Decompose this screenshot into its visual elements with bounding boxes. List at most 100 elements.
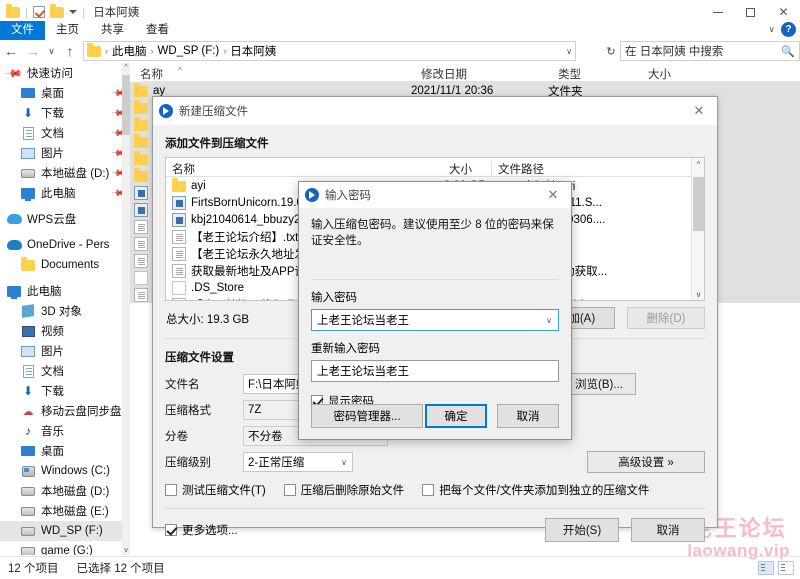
recent-locations-button[interactable]: ∨	[44, 40, 59, 62]
properties-icon[interactable]	[33, 6, 45, 18]
address-bar: ← → ∨ ↑ › 此电脑 › WD_SP (F:) › 日本阿姨 ∨ ↻ 在 …	[0, 40, 800, 62]
sidebar-item-label: 桌面	[41, 85, 64, 101]
ribbon-tab-view[interactable]: 查看	[135, 21, 180, 40]
disk-icon	[20, 483, 36, 499]
password-cancel-button[interactable]: 取消	[497, 404, 559, 428]
search-input[interactable]: 在 日本阿姨 中搜索 🔍	[620, 41, 800, 61]
separate-archives-label: 把每个文件/文件夹添加到独立的压缩文件	[439, 482, 649, 498]
sidebar-item-19[interactable]: Windows (C:)	[0, 461, 130, 481]
desktop-icon	[20, 443, 36, 459]
sidebar-item-13[interactable]: 图片	[0, 341, 130, 361]
test-archive-checkbox[interactable]: 测试压缩文件(T)	[165, 482, 266, 498]
sidebar-item-2[interactable]: ⬇下载📌	[0, 103, 130, 123]
refresh-button[interactable]: ↻	[602, 41, 620, 61]
archive-dialog-close-button[interactable]: ✕	[687, 103, 711, 119]
sidebar-item-14[interactable]: 文档	[0, 361, 130, 381]
folder-icon	[87, 46, 101, 57]
sidebar-item-3[interactable]: 文档📌	[0, 123, 130, 143]
sidebar-item-7[interactable]: WPS云盘	[0, 209, 130, 229]
sidebar-item-16[interactable]: ☁移动云盘同步盘	[0, 401, 130, 421]
scrollbar-thumb[interactable]	[122, 75, 130, 135]
delete-after-checkbox[interactable]: 压缩后删除原始文件	[284, 482, 405, 498]
archive-column-name[interactable]: 名称	[172, 161, 195, 177]
scrollbar-thumb[interactable]	[693, 177, 704, 231]
ribbon-tab-file[interactable]: 文件	[0, 21, 45, 40]
back-button[interactable]: ←	[0, 40, 22, 62]
up-button[interactable]: ↑	[59, 40, 81, 62]
sidebar-item-20[interactable]: 本地磁盘 (D:)	[0, 481, 130, 501]
sidebar-item-6[interactable]: 此电脑📌	[0, 183, 130, 203]
sidebar-item-8[interactable]: OneDrive - Pers	[0, 235, 130, 255]
column-date[interactable]: 修改日期	[421, 66, 467, 82]
breadcrumb-item-2[interactable]: 日本阿姨	[230, 43, 276, 59]
sidebar-item-10[interactable]: 此电脑	[0, 281, 130, 301]
sidebar-item-18[interactable]: 桌面	[0, 441, 130, 461]
archive-list-scrollbar[interactable]: ^ ∨	[691, 158, 704, 301]
chevron-down-icon[interactable]: ∨	[768, 24, 775, 35]
scroll-up-icon[interactable]: ^	[692, 158, 705, 172]
breadcrumb-item-1[interactable]: WD_SP (F:)	[158, 45, 220, 57]
confirm-password-input[interactable]: 上老王论坛当老王	[311, 360, 559, 382]
scroll-down-icon[interactable]: ∨	[692, 288, 705, 301]
new-folder-icon[interactable]	[50, 7, 64, 18]
volume-label: 分卷	[165, 428, 243, 444]
password-manager-button[interactable]: 密码管理器...	[311, 404, 423, 428]
breadcrumb[interactable]: › 此电脑 › WD_SP (F:) › 日本阿姨 ∨	[83, 41, 576, 61]
onedrive-icon	[6, 237, 22, 253]
navigation-pane-scrollbar[interactable]: ^ ∨	[122, 63, 130, 555]
sidebar-item-4[interactable]: 图片📌	[0, 143, 130, 163]
sidebar-item-0[interactable]: 📌快速访问	[0, 63, 130, 83]
archive-column-size[interactable]: 大小	[449, 161, 472, 177]
sidebar-item-9[interactable]: Documents	[0, 255, 130, 275]
password-input[interactable]: 上老王论坛当老王 ∨	[311, 309, 559, 331]
scroll-up-icon[interactable]: ^	[122, 63, 130, 72]
details-view-icon[interactable]	[758, 561, 774, 575]
column-type[interactable]: 类型	[558, 66, 581, 82]
sort-ascending-icon: ^	[178, 66, 182, 75]
browse-button[interactable]: 浏览(B)...	[562, 373, 636, 395]
video-icon	[134, 203, 148, 217]
ok-button[interactable]: 确定	[425, 404, 487, 428]
breadcrumb-separator-1: ›	[151, 46, 154, 56]
advanced-settings-button[interactable]: 高级设置 »	[587, 451, 705, 473]
forward-button[interactable]: →	[22, 40, 44, 62]
password-dialog-close-button[interactable]: ✕	[541, 187, 565, 203]
3d-objects-icon	[20, 303, 36, 319]
sidebar-item-11[interactable]: 3D 对象	[0, 301, 130, 321]
sidebar-item-5[interactable]: 本地磁盘 (D:)📌	[0, 163, 130, 183]
address-dropdown-icon[interactable]: ∨	[566, 47, 572, 56]
sidebar-item-15[interactable]: ⬇下载	[0, 381, 130, 401]
scroll-down-icon[interactable]: ∨	[122, 546, 130, 555]
sidebar-item-22[interactable]: WD_SP (F:)	[0, 521, 130, 541]
ribbon-tab-home[interactable]: 主页	[45, 21, 90, 40]
sidebar-item-17[interactable]: ♪音乐	[0, 421, 130, 441]
column-name[interactable]: 名称	[140, 66, 163, 82]
password-dialog-body: 输入压缩包密码。建议使用至少 8 位的密码来保证安全性。 输入密码 上老王论坛当…	[299, 217, 571, 409]
delete-files-button[interactable]: 删除(D)	[627, 307, 705, 329]
sidebar-item-label: 视频	[41, 323, 64, 339]
separate-archives-checkbox[interactable]: 把每个文件/文件夹添加到独立的压缩文件	[422, 482, 649, 498]
start-button[interactable]: 开始(S)	[545, 518, 619, 542]
delete-after-label: 压缩后删除原始文件	[301, 482, 405, 498]
text-icon	[134, 288, 148, 302]
sidebar-item-12[interactable]: 视频	[0, 321, 130, 341]
search-placeholder: 在 日本阿姨 中搜索	[625, 43, 723, 59]
archive-column-path[interactable]: 文件路径	[498, 161, 544, 177]
column-divider-1[interactable]	[491, 161, 492, 176]
ribbon-tab-share[interactable]: 共享	[90, 21, 135, 40]
archive-app-icon	[305, 188, 319, 202]
sidebar-item-1[interactable]: 桌面📌	[0, 83, 130, 103]
archive-cancel-button[interactable]: 取消	[631, 518, 705, 542]
maximize-icon	[746, 8, 755, 17]
sidebar-item-21[interactable]: 本地磁盘 (E:)	[0, 501, 130, 521]
status-bar: 12 个项目 已选择 12 个项目	[0, 556, 800, 579]
help-icon[interactable]: ?	[781, 22, 796, 37]
sidebar-item-23[interactable]: game (G:)	[0, 541, 130, 555]
more-options-checkbox[interactable]: 更多选项...	[165, 522, 238, 538]
chevron-down-icon[interactable]: ∨	[546, 316, 552, 325]
column-size[interactable]: 大小	[648, 66, 671, 82]
breadcrumb-item-0[interactable]: 此电脑	[112, 43, 147, 59]
large-icons-view-icon[interactable]	[778, 561, 794, 575]
customize-dropdown-icon[interactable]	[69, 10, 77, 14]
compression-level-select[interactable]: 2-正常压缩 ∨	[243, 452, 353, 472]
